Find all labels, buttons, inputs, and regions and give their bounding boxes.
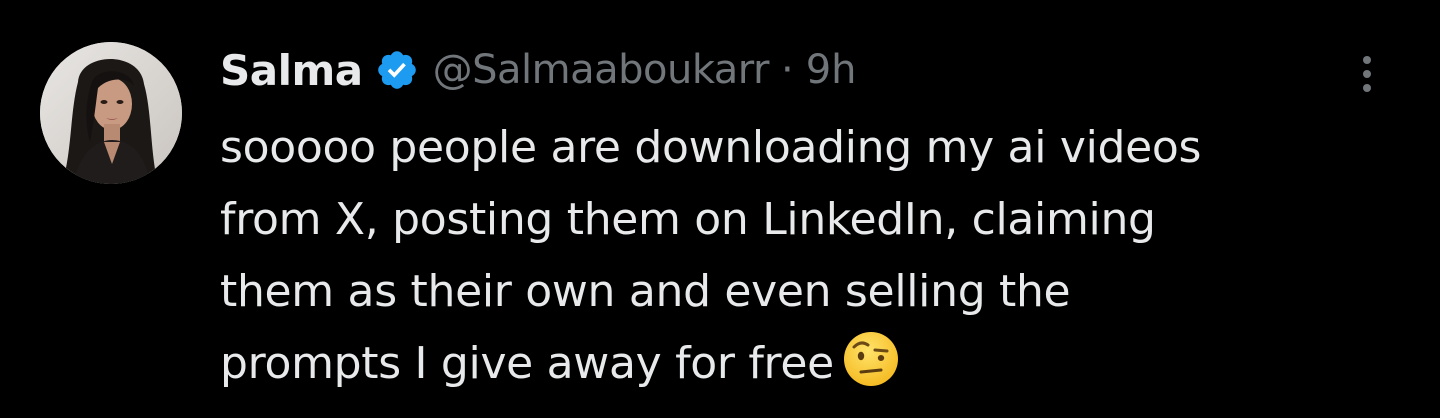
face-with-raised-eyebrow-emoji-icon (842, 330, 900, 388)
tweet-text-line: them as their own and even selling the (220, 266, 1071, 317)
verified-badge-icon (375, 48, 419, 92)
tweet-header: Salma @Salmaaboukarr · 9h (220, 40, 857, 100)
tweet-text-line: from X, posting them on LinkedIn, claimi… (220, 194, 1156, 245)
avatar[interactable] (40, 42, 182, 184)
tweet-text-line-content: prompts I give away for free (220, 338, 834, 389)
timestamp[interactable]: 9h (806, 47, 857, 93)
more-vertical-icon[interactable] (1352, 52, 1382, 96)
tweet-text: sooooo people are downloading my ai vide… (220, 112, 1400, 400)
tweet-text-line-last: prompts I give away for free (220, 328, 1400, 400)
author-name[interactable]: Salma (220, 46, 363, 95)
tweet[interactable]: Salma @Salmaaboukarr · 9h sooooo people … (0, 0, 1440, 418)
author-handle[interactable]: @Salmaaboukarr (433, 47, 770, 93)
separator-dot: · (780, 47, 794, 93)
tweet-text-line: sooooo people are downloading my ai vide… (220, 122, 1202, 173)
avatar-photo (40, 42, 182, 184)
